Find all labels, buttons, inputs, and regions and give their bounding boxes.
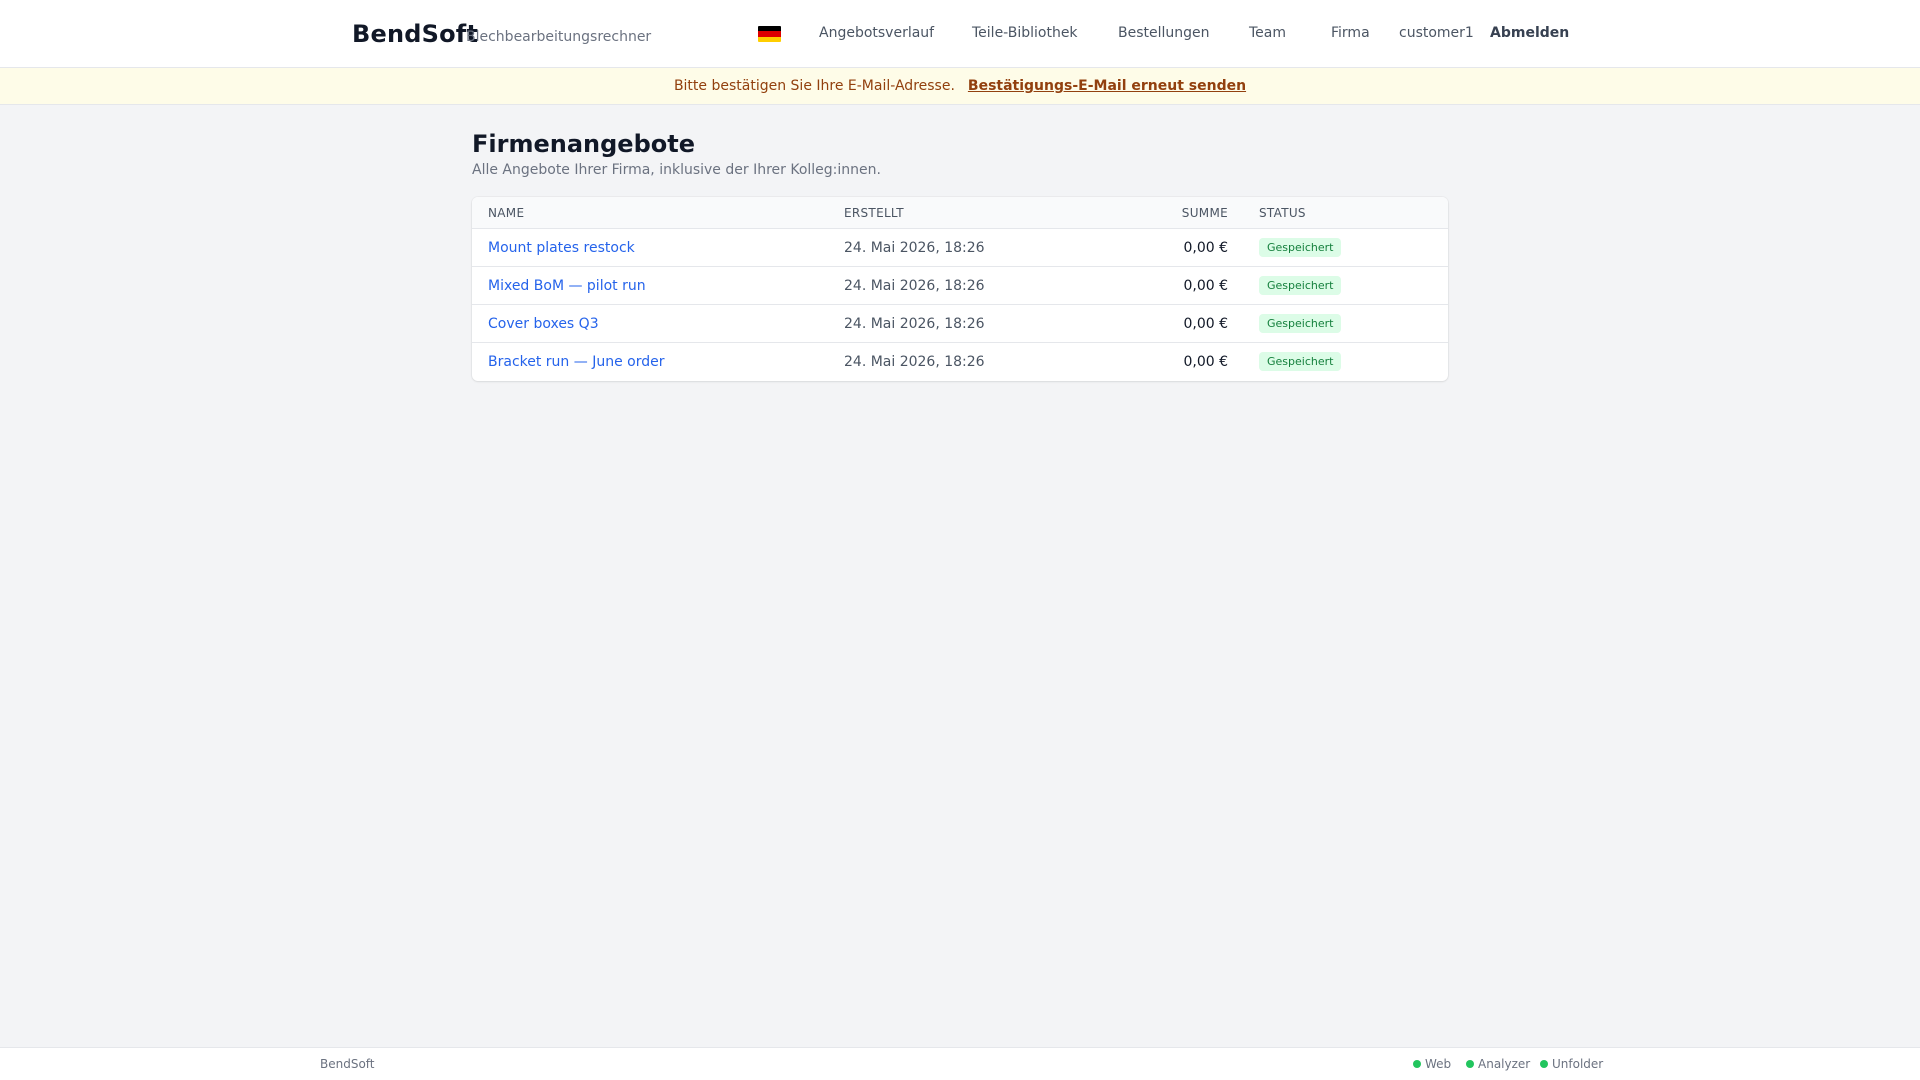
brand-logo[interactable]: BendSoft	[352, 20, 478, 48]
table-row: Mount plates restock 24. Mai 2026, 18:26…	[472, 229, 1448, 267]
top-navbar: BendSoft Blechbearbeitungsrechner Angebo…	[0, 0, 1920, 68]
column-header-status: Status	[1259, 206, 1306, 220]
status-badge: Gespeichert	[1259, 238, 1342, 257]
column-header-created: Erstellt	[844, 206, 904, 220]
nav-company[interactable]: Firma	[1331, 25, 1370, 41]
footer: BendSoft Web Analyzer Unfolder	[0, 1047, 1920, 1080]
nav-parts-library[interactable]: Teile-Bibliothek	[972, 25, 1078, 41]
germany-flag-icon[interactable]	[758, 26, 781, 42]
service-label: Analyzer	[1478, 1057, 1531, 1071]
current-username: customer1	[1399, 25, 1474, 41]
nav-quote-history[interactable]: Angebotsverlauf	[819, 25, 934, 41]
table-row: Cover boxes Q3 24. Mai 2026, 18:26 0,00 …	[472, 305, 1448, 343]
flag-stripe-gold	[758, 36, 781, 42]
quote-sum: 0,00 €	[1183, 316, 1228, 332]
email-verification-banner: Bitte bestätigen Sie Ihre E-Mail-Adresse…	[0, 68, 1920, 105]
quote-created: 24. Mai 2026, 18:26	[844, 316, 985, 332]
quote-sum: 0,00 €	[1183, 240, 1228, 256]
table-row: Mixed BoM — pilot run 24. Mai 2026, 18:2…	[472, 267, 1448, 305]
service-label: Unfolder	[1552, 1057, 1604, 1071]
page-subtitle: Alle Angebote Ihrer Firma, inklusive der…	[472, 162, 881, 178]
service-status-analyzer: Analyzer	[1466, 1057, 1530, 1071]
column-header-name: Name	[488, 206, 525, 220]
quote-sum: 0,00 €	[1183, 354, 1228, 370]
column-header-sum: Summe	[1181, 206, 1228, 220]
quote-created: 24. Mai 2026, 18:26	[844, 278, 985, 294]
brand-subtitle: Blechbearbeitungsrechner	[466, 29, 652, 45]
table-header: Name Erstellt Summe Status	[472, 197, 1448, 229]
quote-created: 24. Mai 2026, 18:26	[844, 240, 985, 256]
banner-message: Bitte bestätigen Sie Ihre E-Mail-Adresse…	[673, 78, 955, 94]
status-badge: Gespeichert	[1259, 276, 1342, 295]
service-status-unfolder: Unfolder	[1540, 1057, 1603, 1071]
nav-orders[interactable]: Bestellungen	[1118, 25, 1210, 41]
quote-name-link[interactable]: Cover boxes Q3	[488, 316, 599, 332]
service-status-web: Web	[1413, 1057, 1451, 1071]
status-badge: Gespeichert	[1259, 314, 1342, 333]
status-dot-icon	[1413, 1060, 1421, 1068]
status-dot-icon	[1540, 1060, 1548, 1068]
page-title: Firmenangebote	[472, 130, 695, 158]
footer-brand: BendSoft	[320, 1057, 375, 1071]
service-label: Web	[1425, 1057, 1452, 1071]
status-badge: Gespeichert	[1259, 352, 1342, 371]
table-row: Bracket run — June order 24. Mai 2026, 1…	[472, 343, 1448, 381]
quote-sum: 0,00 €	[1183, 278, 1228, 294]
resend-verification-link[interactable]: Bestätigungs-E-Mail erneut senden	[968, 78, 1246, 94]
company-quotes-table: Name Erstellt Summe Status Mount plates …	[472, 197, 1448, 381]
logout-button[interactable]: Abmelden	[1490, 25, 1569, 41]
nav-team[interactable]: Team	[1249, 25, 1286, 41]
status-dot-icon	[1466, 1060, 1474, 1068]
quote-name-link[interactable]: Bracket run — June order	[488, 354, 664, 370]
quote-name-link[interactable]: Mount plates restock	[488, 240, 635, 256]
quote-created: 24. Mai 2026, 18:26	[844, 354, 985, 370]
quote-name-link[interactable]: Mixed BoM — pilot run	[488, 278, 646, 294]
